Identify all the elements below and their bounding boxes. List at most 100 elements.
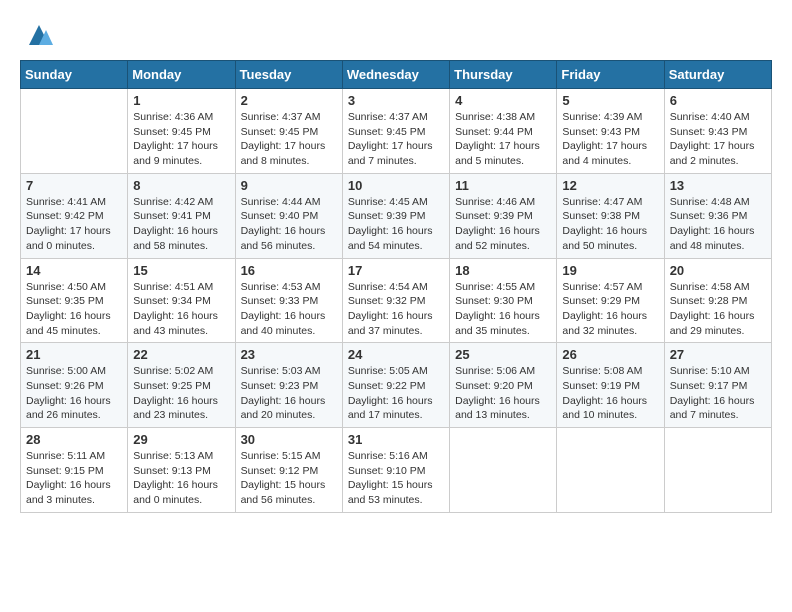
day-cell: 13 Sunrise: 4:48 AM Sunset: 9:36 PM Dayli… (664, 173, 771, 258)
day-number: 5 (562, 93, 658, 108)
day-number: 2 (241, 93, 337, 108)
day-info: Sunrise: 5:00 AM Sunset: 9:26 PM Dayligh… (26, 364, 122, 423)
day-number: 15 (133, 263, 229, 278)
day-number: 12 (562, 178, 658, 193)
day-cell: 25 Sunrise: 5:06 AM Sunset: 9:20 PM Dayli… (450, 343, 557, 428)
day-number: 28 (26, 432, 122, 447)
calendar-body: 1 Sunrise: 4:36 AM Sunset: 9:45 PM Daylig… (21, 89, 772, 513)
logo (20, 20, 54, 50)
day-number: 4 (455, 93, 551, 108)
header-day-thursday: Thursday (450, 61, 557, 89)
day-cell: 31 Sunrise: 5:16 AM Sunset: 9:10 PM Dayli… (342, 428, 449, 513)
day-number: 11 (455, 178, 551, 193)
day-number: 22 (133, 347, 229, 362)
day-cell: 15 Sunrise: 4:51 AM Sunset: 9:34 PM Dayli… (128, 258, 235, 343)
day-info: Sunrise: 5:03 AM Sunset: 9:23 PM Dayligh… (241, 364, 337, 423)
day-info: Sunrise: 5:13 AM Sunset: 9:13 PM Dayligh… (133, 449, 229, 508)
day-info: Sunrise: 5:02 AM Sunset: 9:25 PM Dayligh… (133, 364, 229, 423)
day-number: 14 (26, 263, 122, 278)
day-info: Sunrise: 4:47 AM Sunset: 9:38 PM Dayligh… (562, 195, 658, 254)
day-number: 17 (348, 263, 444, 278)
day-info: Sunrise: 4:44 AM Sunset: 9:40 PM Dayligh… (241, 195, 337, 254)
header-day-monday: Monday (128, 61, 235, 89)
day-info: Sunrise: 4:37 AM Sunset: 9:45 PM Dayligh… (348, 110, 444, 169)
day-cell: 24 Sunrise: 5:05 AM Sunset: 9:22 PM Dayli… (342, 343, 449, 428)
header-day-tuesday: Tuesday (235, 61, 342, 89)
day-number: 21 (26, 347, 122, 362)
header-day-wednesday: Wednesday (342, 61, 449, 89)
header-row: SundayMondayTuesdayWednesdayThursdayFrid… (21, 61, 772, 89)
day-cell (450, 428, 557, 513)
week-row-0: 1 Sunrise: 4:36 AM Sunset: 9:45 PM Daylig… (21, 89, 772, 174)
day-number: 25 (455, 347, 551, 362)
day-number: 1 (133, 93, 229, 108)
day-cell: 8 Sunrise: 4:42 AM Sunset: 9:41 PM Daylig… (128, 173, 235, 258)
day-info: Sunrise: 4:38 AM Sunset: 9:44 PM Dayligh… (455, 110, 551, 169)
day-cell: 18 Sunrise: 4:55 AM Sunset: 9:30 PM Dayli… (450, 258, 557, 343)
day-cell: 3 Sunrise: 4:37 AM Sunset: 9:45 PM Daylig… (342, 89, 449, 174)
day-info: Sunrise: 5:11 AM Sunset: 9:15 PM Dayligh… (26, 449, 122, 508)
week-row-3: 21 Sunrise: 5:00 AM Sunset: 9:26 PM Dayli… (21, 343, 772, 428)
day-cell: 7 Sunrise: 4:41 AM Sunset: 9:42 PM Daylig… (21, 173, 128, 258)
day-cell: 19Sunrise: 4:57 AM Sunset: 9:29 PM Dayli… (557, 258, 664, 343)
day-cell: 23 Sunrise: 5:03 AM Sunset: 9:23 PM Dayli… (235, 343, 342, 428)
day-number: 13 (670, 178, 766, 193)
day-cell: 30 Sunrise: 5:15 AM Sunset: 9:12 PM Dayli… (235, 428, 342, 513)
day-info: Sunrise: 5:08 AM Sunset: 9:19 PM Dayligh… (562, 364, 658, 423)
day-cell (664, 428, 771, 513)
day-cell: 20Sunrise: 4:58 AM Sunset: 9:28 PM Dayli… (664, 258, 771, 343)
day-info: Sunrise: 5:15 AM Sunset: 9:12 PM Dayligh… (241, 449, 337, 508)
day-number: 23 (241, 347, 337, 362)
day-number: 26 (562, 347, 658, 362)
day-cell: 10 Sunrise: 4:45 AM Sunset: 9:39 PM Dayli… (342, 173, 449, 258)
day-info: Sunrise: 4:53 AM Sunset: 9:33 PM Dayligh… (241, 280, 337, 339)
day-info: Sunrise: 5:05 AM Sunset: 9:22 PM Dayligh… (348, 364, 444, 423)
day-number: 10 (348, 178, 444, 193)
day-info: Sunrise: 4:41 AM Sunset: 9:42 PM Dayligh… (26, 195, 122, 254)
day-info: Sunrise: 4:54 AM Sunset: 9:32 PM Dayligh… (348, 280, 444, 339)
day-info: Sunrise: 4:51 AM Sunset: 9:34 PM Dayligh… (133, 280, 229, 339)
day-info: Sunrise: 5:16 AM Sunset: 9:10 PM Dayligh… (348, 449, 444, 508)
day-number: 30 (241, 432, 337, 447)
day-number: 31 (348, 432, 444, 447)
day-cell (557, 428, 664, 513)
day-number: 29 (133, 432, 229, 447)
day-cell: 9Sunrise: 4:44 AM Sunset: 9:40 PM Daylig… (235, 173, 342, 258)
day-cell: 2Sunrise: 4:37 AM Sunset: 9:45 PM Daylig… (235, 89, 342, 174)
day-info: Sunrise: 4:39 AM Sunset: 9:43 PM Dayligh… (562, 110, 658, 169)
day-info: Sunrise: 4:36 AM Sunset: 9:45 PM Dayligh… (133, 110, 229, 169)
day-info: Sunrise: 5:06 AM Sunset: 9:20 PM Dayligh… (455, 364, 551, 423)
day-number: 7 (26, 178, 122, 193)
day-cell: 17 Sunrise: 4:54 AM Sunset: 9:32 PM Dayli… (342, 258, 449, 343)
week-row-4: 28 Sunrise: 5:11 AM Sunset: 9:15 PM Dayli… (21, 428, 772, 513)
header-day-saturday: Saturday (664, 61, 771, 89)
day-cell: 6 Sunrise: 4:40 AM Sunset: 9:43 PM Daylig… (664, 89, 771, 174)
calendar-table: SundayMondayTuesdayWednesdayThursdayFrid… (20, 60, 772, 513)
day-number: 8 (133, 178, 229, 193)
day-number: 6 (670, 93, 766, 108)
day-number: 19 (562, 263, 658, 278)
day-info: Sunrise: 4:42 AM Sunset: 9:41 PM Dayligh… (133, 195, 229, 254)
day-cell: 11Sunrise: 4:46 AM Sunset: 9:39 PM Dayli… (450, 173, 557, 258)
day-cell: 26 Sunrise: 5:08 AM Sunset: 9:19 PM Dayli… (557, 343, 664, 428)
header-day-friday: Friday (557, 61, 664, 89)
day-cell: 12 Sunrise: 4:47 AM Sunset: 9:38 PM Dayli… (557, 173, 664, 258)
header-day-sunday: Sunday (21, 61, 128, 89)
day-cell: 21 Sunrise: 5:00 AM Sunset: 9:26 PM Dayli… (21, 343, 128, 428)
day-info: Sunrise: 5:10 AM Sunset: 9:17 PM Dayligh… (670, 364, 766, 423)
day-cell: 22 Sunrise: 5:02 AM Sunset: 9:25 PM Dayli… (128, 343, 235, 428)
day-number: 3 (348, 93, 444, 108)
day-number: 24 (348, 347, 444, 362)
day-info: Sunrise: 4:55 AM Sunset: 9:30 PM Dayligh… (455, 280, 551, 339)
day-cell: 28 Sunrise: 5:11 AM Sunset: 9:15 PM Dayli… (21, 428, 128, 513)
day-info: Sunrise: 4:48 AM Sunset: 9:36 PM Dayligh… (670, 195, 766, 254)
page-header (20, 20, 772, 50)
day-cell: 16Sunrise: 4:53 AM Sunset: 9:33 PM Dayli… (235, 258, 342, 343)
day-cell: 1 Sunrise: 4:36 AM Sunset: 9:45 PM Daylig… (128, 89, 235, 174)
week-row-1: 7 Sunrise: 4:41 AM Sunset: 9:42 PM Daylig… (21, 173, 772, 258)
day-info: Sunrise: 4:40 AM Sunset: 9:43 PM Dayligh… (670, 110, 766, 169)
day-info: Sunrise: 4:45 AM Sunset: 9:39 PM Dayligh… (348, 195, 444, 254)
day-cell: 5 Sunrise: 4:39 AM Sunset: 9:43 PM Daylig… (557, 89, 664, 174)
day-cell: 29 Sunrise: 5:13 AM Sunset: 9:13 PM Dayli… (128, 428, 235, 513)
day-number: 18 (455, 263, 551, 278)
